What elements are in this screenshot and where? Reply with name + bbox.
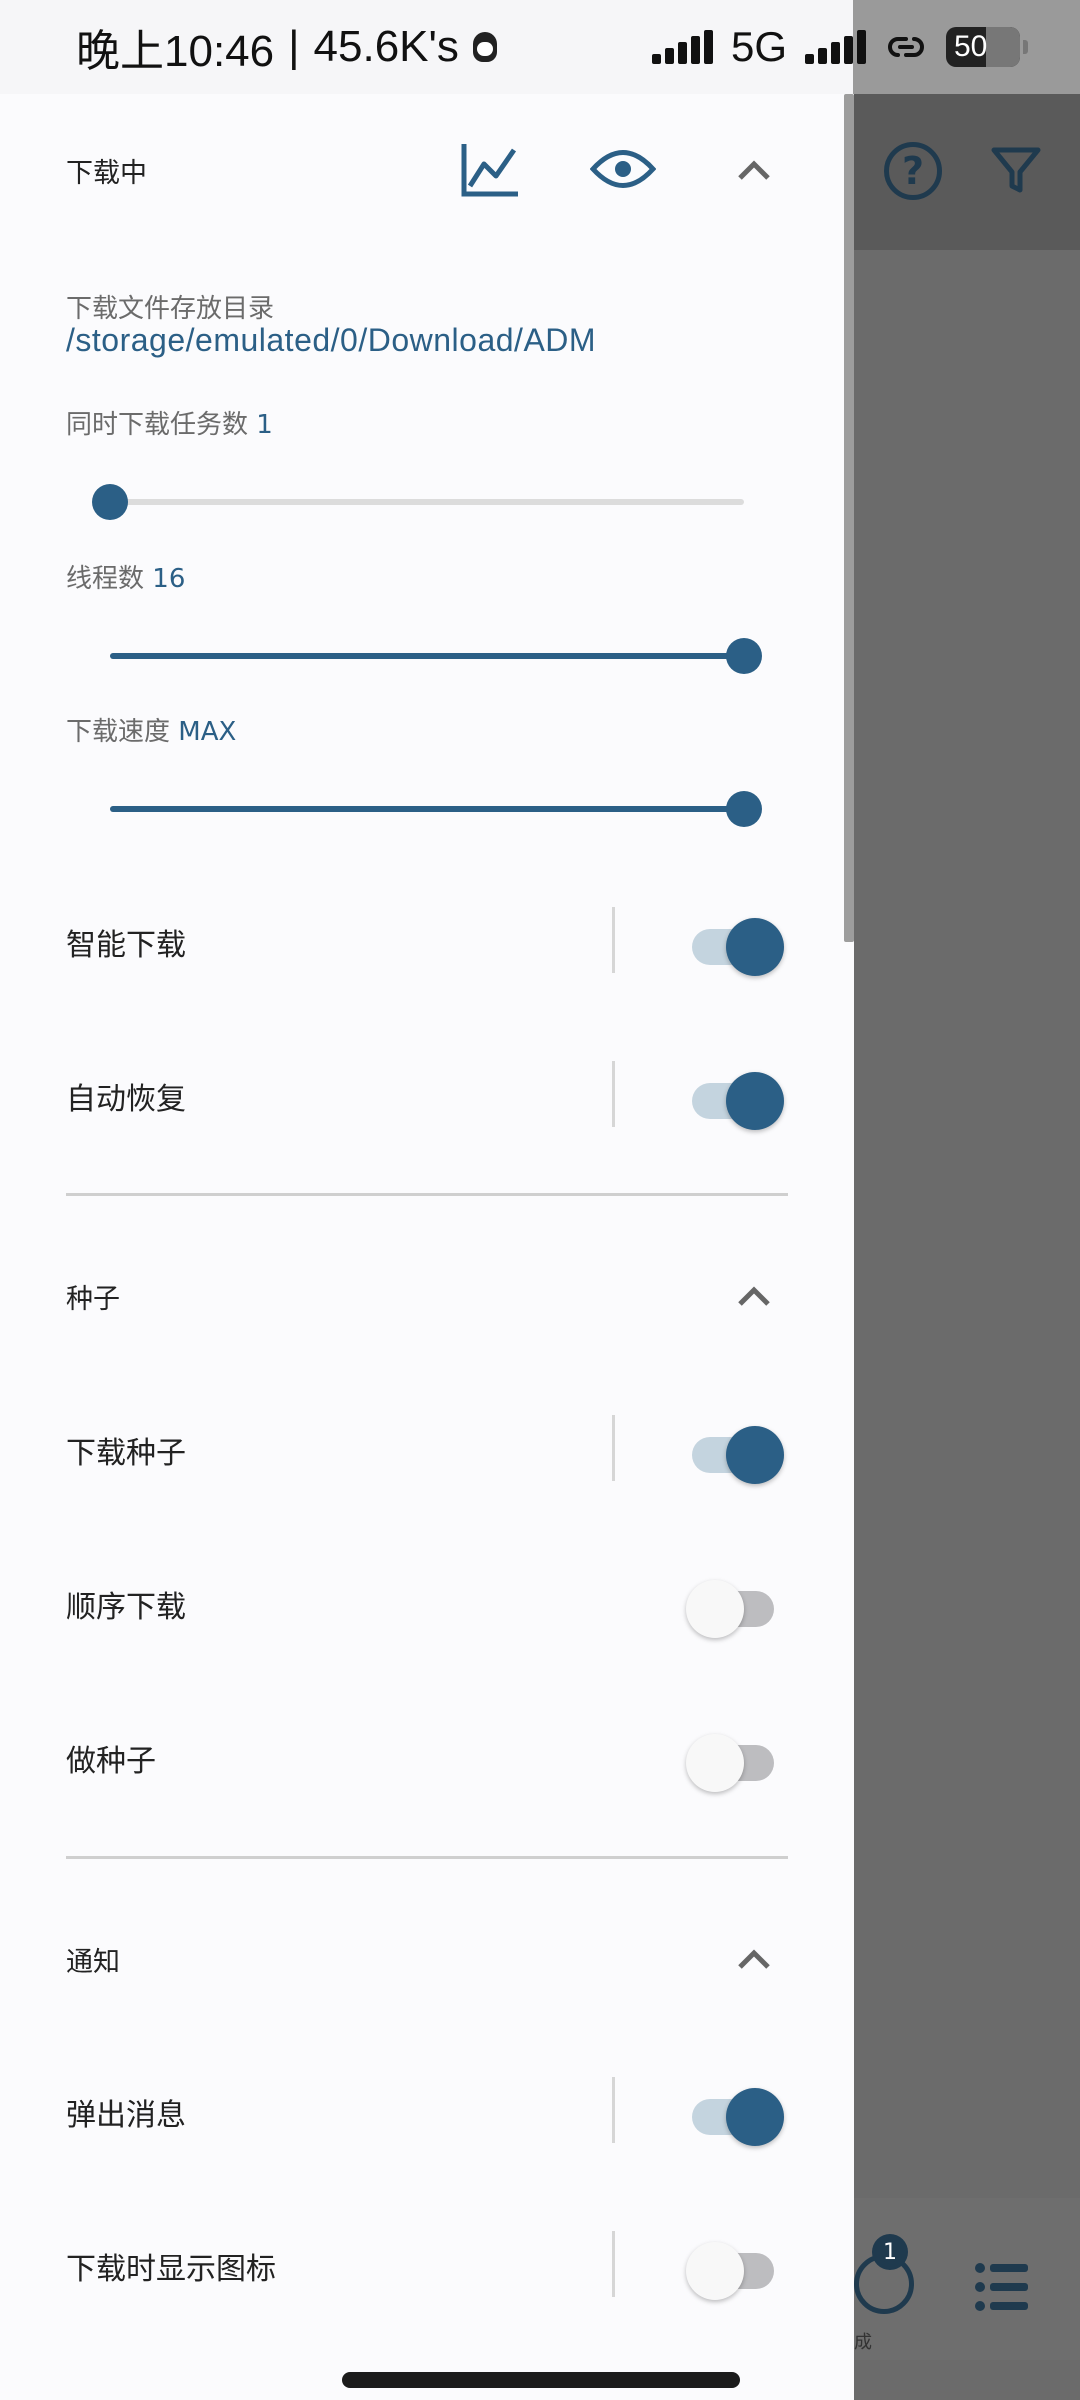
status-right: 5G 50	[651, 23, 1028, 71]
chevron-up-icon-notification[interactable]	[732, 1937, 776, 1981]
divider-vertical	[612, 907, 615, 973]
show-icon-toggle[interactable]	[686, 2236, 786, 2300]
speed-label: 下载速度 MAX	[66, 711, 236, 748]
download-torrent-toggle[interactable]	[686, 1420, 786, 1484]
concurrent-value: 1	[256, 410, 273, 440]
speed-slider-thumb[interactable]	[726, 791, 762, 827]
concurrent-slider[interactable]	[92, 484, 744, 520]
threads-value: 16	[152, 564, 186, 594]
auto-resume-toggle[interactable]	[686, 1066, 786, 1130]
list-icon	[975, 2263, 1028, 2311]
battery-level: 50	[954, 30, 988, 63]
home-indicator[interactable]	[342, 2372, 740, 2388]
threads-slider[interactable]	[110, 638, 762, 674]
speed-value: MAX	[178, 717, 237, 747]
battery-icon: 50	[946, 27, 1028, 67]
help-icon: ?	[884, 142, 942, 200]
section-title-downloading: 下载中	[66, 157, 147, 189]
speed-label-text: 下载速度	[66, 717, 171, 747]
status-bar: 晚上10:46 | 45.6K's 5G 50	[0, 0, 1080, 94]
divider-vertical	[612, 2231, 615, 2297]
divider-vertical	[612, 2077, 615, 2143]
section-title-notification: 通知	[66, 1946, 120, 1978]
section-header-notification: 通知	[66, 1929, 120, 1989]
sequential-download-label: 顺序下载	[66, 1590, 186, 1625]
smart-download-label: 智能下载	[66, 928, 186, 963]
show-icon-label: 下载时显示图标	[66, 2252, 276, 2287]
qq-icon	[472, 32, 497, 62]
chevron-up-icon-torrent[interactable]	[732, 1274, 776, 1318]
signal-icon-2	[805, 30, 866, 64]
divider-vertical	[612, 1415, 615, 1481]
section-divider	[66, 1193, 788, 1196]
auto-resume-row[interactable]: 自动恢复	[66, 1061, 786, 1131]
auto-resume-label: 自动恢复	[66, 1082, 186, 1117]
status-left: 晚上10:46 | 45.6K's	[76, 15, 497, 79]
popup-message-row[interactable]: 弹出消息	[66, 2077, 786, 2147]
download-torrent-row[interactable]: 下载种子	[66, 1415, 786, 1485]
popup-message-toggle[interactable]	[686, 2082, 786, 2146]
smart-download-row[interactable]: 智能下载	[66, 907, 786, 977]
section-title-torrent: 种子	[66, 1283, 120, 1315]
concurrent-slider-thumb[interactable]	[92, 484, 128, 520]
threads-slider-thumb[interactable]	[726, 638, 762, 674]
sequential-download-toggle[interactable]	[686, 1574, 786, 1638]
sequential-download-row[interactable]: 顺序下载	[66, 1569, 786, 1639]
done-badge: 1	[872, 2234, 908, 2270]
seeding-row[interactable]: 做种子	[66, 1723, 786, 1793]
chart-icon[interactable]	[460, 142, 520, 198]
network-type: 5G	[730, 23, 787, 70]
settings-drawer: 下载中 下载文件存放目录 /storage/emulated/0/Downloa…	[0, 94, 854, 2400]
download-torrent-label: 下载种子	[66, 1436, 186, 1471]
background-toolbar: ?	[854, 94, 1080, 250]
scrollbar[interactable]	[844, 94, 854, 942]
done-label: 成	[854, 2332, 872, 2353]
signal-icon	[651, 30, 713, 64]
status-time: 晚上10:46	[76, 27, 275, 76]
concurrent-label-text: 同时下载任务数	[66, 410, 249, 440]
link-icon	[888, 37, 924, 57]
popup-message-label: 弹出消息	[66, 2098, 186, 2133]
directory-path[interactable]: /storage/emulated/0/Download/ADM	[66, 322, 596, 359]
filter-icon	[991, 147, 1041, 193]
background-app: ? 1 成	[854, 94, 1080, 2400]
concurrent-label: 同时下载任务数 1	[66, 404, 273, 441]
status-separator: |	[288, 22, 300, 71]
divider-vertical	[612, 1061, 615, 1127]
directory-label: 下载文件存放目录	[66, 294, 275, 324]
smart-download-toggle[interactable]	[686, 912, 786, 976]
status-net-speed: 45.6K's	[313, 22, 459, 71]
eye-icon[interactable]	[590, 146, 656, 192]
seeding-label: 做种子	[66, 1744, 156, 1779]
section-header-downloading: 下载中	[66, 140, 147, 200]
seeding-toggle[interactable]	[686, 1728, 786, 1792]
show-icon-row[interactable]: 下载时显示图标	[66, 2231, 786, 2301]
section-header-torrent: 种子	[66, 1266, 120, 1326]
threads-label: 线程数 16	[66, 558, 185, 595]
speed-slider[interactable]	[110, 791, 762, 827]
section-divider	[66, 1856, 788, 1859]
threads-label-text: 线程数	[66, 564, 145, 594]
chevron-up-icon-downloading[interactable]	[732, 148, 776, 192]
